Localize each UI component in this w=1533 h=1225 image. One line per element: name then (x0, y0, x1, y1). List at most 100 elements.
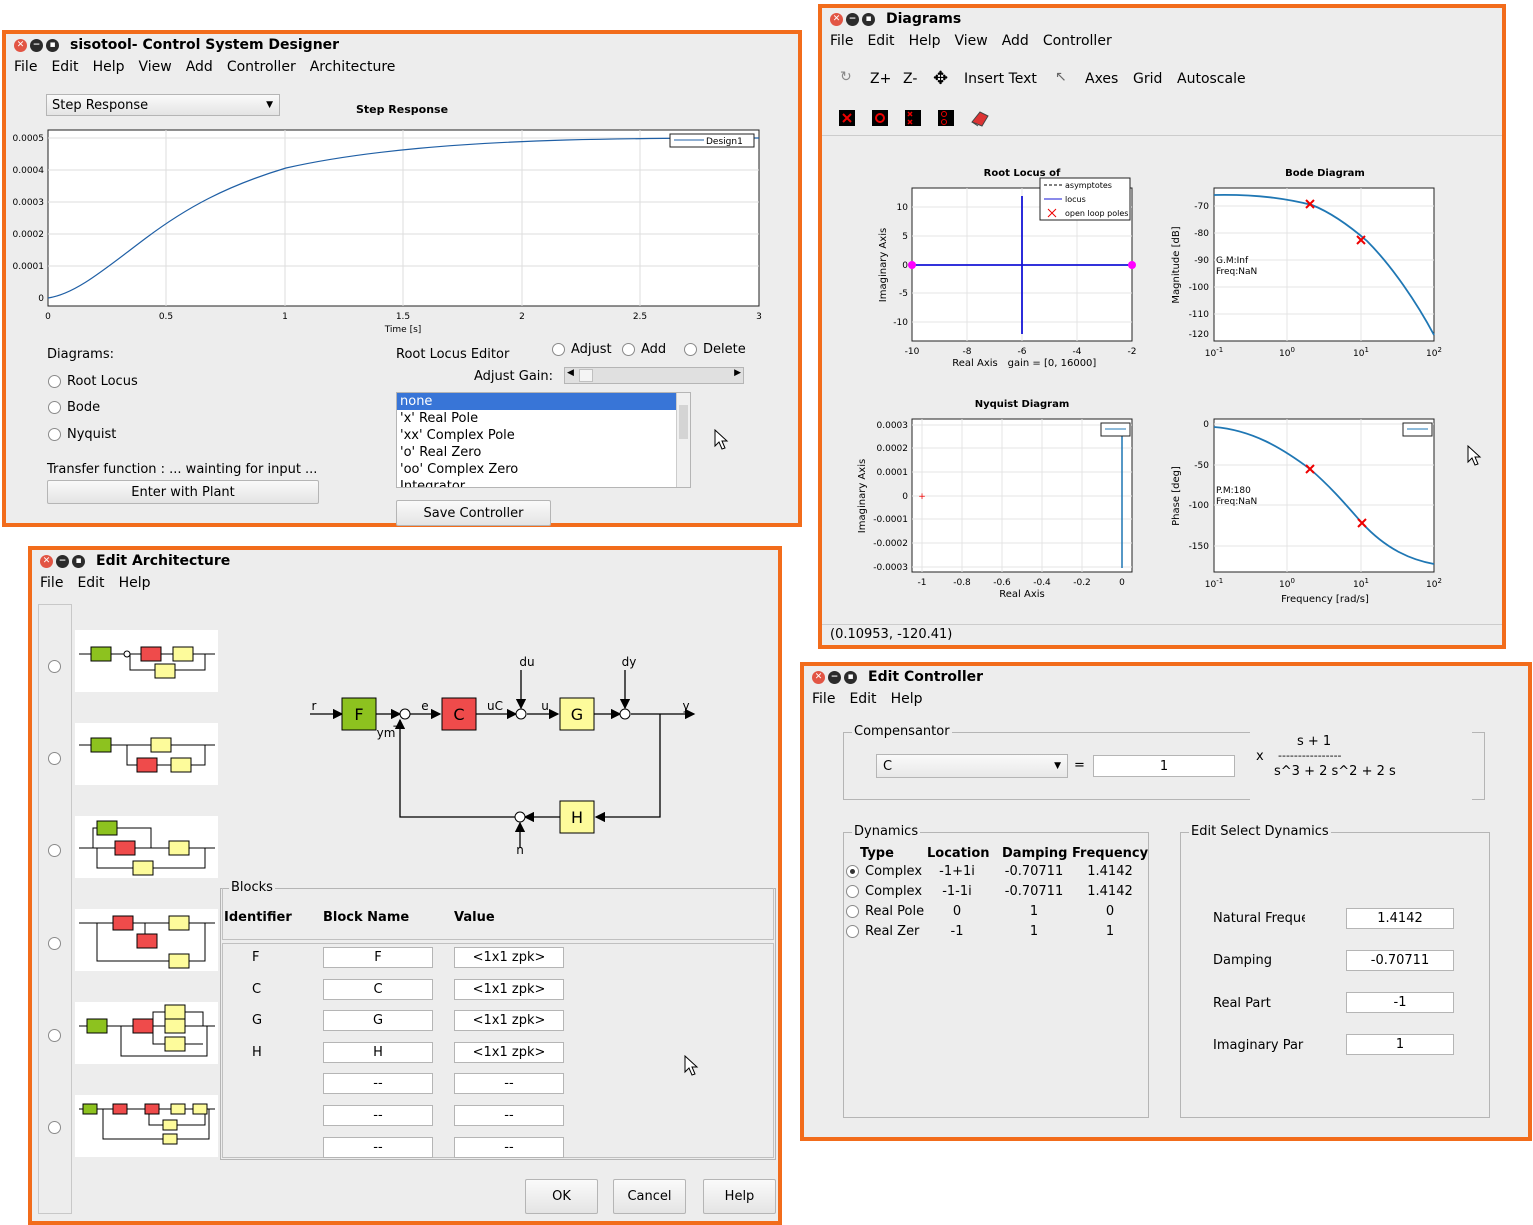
close-icon[interactable]: ✕ (14, 38, 27, 52)
maximize-icon[interactable]: ▪ (46, 38, 59, 52)
architecture-radio[interactable] (48, 844, 61, 857)
minimize-icon[interactable]: − (30, 38, 43, 52)
row-block-name-input[interactable]: G (323, 1010, 433, 1032)
menu-help[interactable]: Help (909, 33, 941, 49)
menu-view[interactable]: View (954, 33, 987, 49)
menu-file[interactable]: File (40, 575, 63, 591)
menu-edit[interactable]: Edit (51, 59, 78, 75)
rotate-icon[interactable]: ↻ (840, 69, 852, 85)
damping-input[interactable]: -0.70711 (1346, 950, 1454, 971)
menu-controller[interactable]: Controller (227, 59, 296, 75)
menu-file[interactable]: File (812, 691, 835, 707)
menu-controller[interactable]: Controller (1043, 33, 1112, 49)
grid-button[interactable]: Grid (1133, 71, 1162, 87)
arrow-left-icon[interactable]: ◀ (567, 368, 574, 378)
row-value-input[interactable]: <1x1 zpk> (454, 1010, 564, 1032)
pan-icon[interactable]: ✥ (933, 68, 948, 89)
list-item[interactable]: 'o' Real Zero (397, 444, 690, 461)
add-complex-pole-icon[interactable] (905, 110, 921, 126)
architecture-thumb-5[interactable] (75, 1002, 218, 1064)
menu-edit[interactable]: Edit (77, 575, 104, 591)
list-item[interactable]: 'xx' Complex Pole (397, 427, 690, 444)
menu-architecture[interactable]: Architecture (310, 59, 396, 75)
list-item[interactable]: 'oo' Complex Zero (397, 461, 690, 478)
menu-view[interactable]: View (138, 59, 171, 75)
menu-file[interactable]: File (14, 59, 37, 75)
architecture-thumb-1[interactable] (75, 630, 218, 692)
minimize-icon[interactable]: − (828, 670, 841, 684)
add-pole-icon[interactable] (839, 110, 855, 126)
architecture-radio[interactable] (48, 937, 61, 950)
real-part-input[interactable]: -1 (1346, 992, 1454, 1013)
radio-root-locus[interactable] (48, 375, 61, 388)
radio-delete[interactable] (684, 343, 697, 356)
architecture-radio[interactable] (48, 752, 61, 765)
menu-edit[interactable]: Edit (867, 33, 894, 49)
dynamics-row-radio[interactable] (846, 865, 859, 878)
gain-input[interactable]: 1 (1093, 755, 1235, 777)
autoscale-button[interactable]: Autoscale (1177, 71, 1246, 87)
list-item[interactable]: Integrator (397, 478, 690, 487)
enter-with-plant-button[interactable]: Enter with Plant (47, 480, 319, 504)
eraser-icon[interactable] (971, 111, 989, 127)
menu-edit[interactable]: Edit (849, 691, 876, 707)
dynamics-row-radio[interactable] (846, 885, 859, 898)
slider-thumb[interactable] (579, 369, 593, 382)
add-zero-icon[interactable] (872, 110, 888, 126)
axes-button[interactable]: Axes (1085, 71, 1118, 87)
row-value-input[interactable]: <1x1 zpk> (454, 947, 564, 968)
ok-button[interactable]: OK (525, 1179, 598, 1214)
cancel-button[interactable]: Cancel (613, 1179, 686, 1214)
row-block-name-input[interactable]: -- (323, 1073, 433, 1095)
row-value-input[interactable]: <1x1 zpk> (454, 1041, 564, 1063)
row-block-name-input[interactable]: -- (323, 1105, 433, 1126)
natural-frequency-input[interactable]: 1.4142 (1346, 908, 1454, 929)
minimize-icon[interactable]: − (56, 554, 69, 568)
imaginary-part-input[interactable]: 1 (1346, 1034, 1454, 1055)
menu-add[interactable]: Add (186, 59, 213, 75)
row-block-name-input[interactable]: -- (323, 1136, 433, 1158)
close-icon[interactable]: ✕ (830, 12, 843, 26)
radio-add[interactable] (622, 343, 635, 356)
architecture-radio[interactable] (48, 1121, 61, 1134)
editor-listbox[interactable]: none 'x' Real Pole 'xx' Complex Pole 'o'… (396, 392, 691, 488)
gain-slider[interactable]: ◀ ▶ (564, 367, 744, 384)
architecture-thumb-6[interactable] (75, 1095, 218, 1157)
add-complex-zero-icon[interactable] (938, 110, 954, 126)
insert-text-button[interactable]: Insert Text (964, 71, 1037, 87)
radio-adjust[interactable] (552, 343, 565, 356)
close-icon[interactable]: ✕ (812, 670, 825, 684)
scrollbar[interactable] (676, 393, 690, 487)
menu-help[interactable]: Help (93, 59, 125, 75)
architecture-thumb-3[interactable] (75, 816, 218, 878)
select-cursor-icon[interactable]: ↖ (1055, 69, 1067, 85)
row-value-input[interactable]: -- (454, 1136, 564, 1158)
radio-nyquist[interactable] (48, 428, 61, 441)
minimize-icon[interactable]: − (846, 12, 859, 26)
row-value-input[interactable]: -- (454, 1105, 564, 1126)
row-value-input[interactable]: -- (454, 1073, 564, 1095)
radio-bode[interactable] (48, 401, 61, 414)
row-block-name-input[interactable]: C (323, 978, 433, 1000)
maximize-icon[interactable]: ▪ (862, 12, 875, 26)
zoom-out-button[interactable]: Z- (903, 71, 917, 87)
maximize-icon[interactable]: ▪ (72, 554, 85, 568)
dynamics-row-radio[interactable] (846, 925, 859, 938)
architecture-radio[interactable] (48, 660, 61, 673)
menu-help[interactable]: Help (119, 575, 151, 591)
architecture-thumb-4[interactable] (75, 909, 218, 971)
save-controller-button[interactable]: Save Controller (396, 500, 551, 526)
arrow-right-icon[interactable]: ▶ (734, 368, 741, 378)
close-icon[interactable]: ✕ (40, 554, 53, 568)
menu-add[interactable]: Add (1002, 33, 1029, 49)
row-block-name-input[interactable]: H (323, 1041, 433, 1063)
list-item[interactable]: 'x' Real Pole (397, 410, 690, 427)
zoom-in-button[interactable]: Z+ (870, 71, 891, 87)
architecture-radio[interactable] (48, 1029, 61, 1042)
menu-help[interactable]: Help (891, 691, 923, 707)
row-block-name-input[interactable]: F (323, 947, 433, 968)
help-button[interactable]: Help (703, 1179, 776, 1214)
architecture-thumb-2[interactable] (75, 723, 218, 785)
row-value-input[interactable]: <1x1 zpk> (454, 978, 564, 1000)
compensator-select[interactable]: C ▼ (876, 754, 1068, 778)
